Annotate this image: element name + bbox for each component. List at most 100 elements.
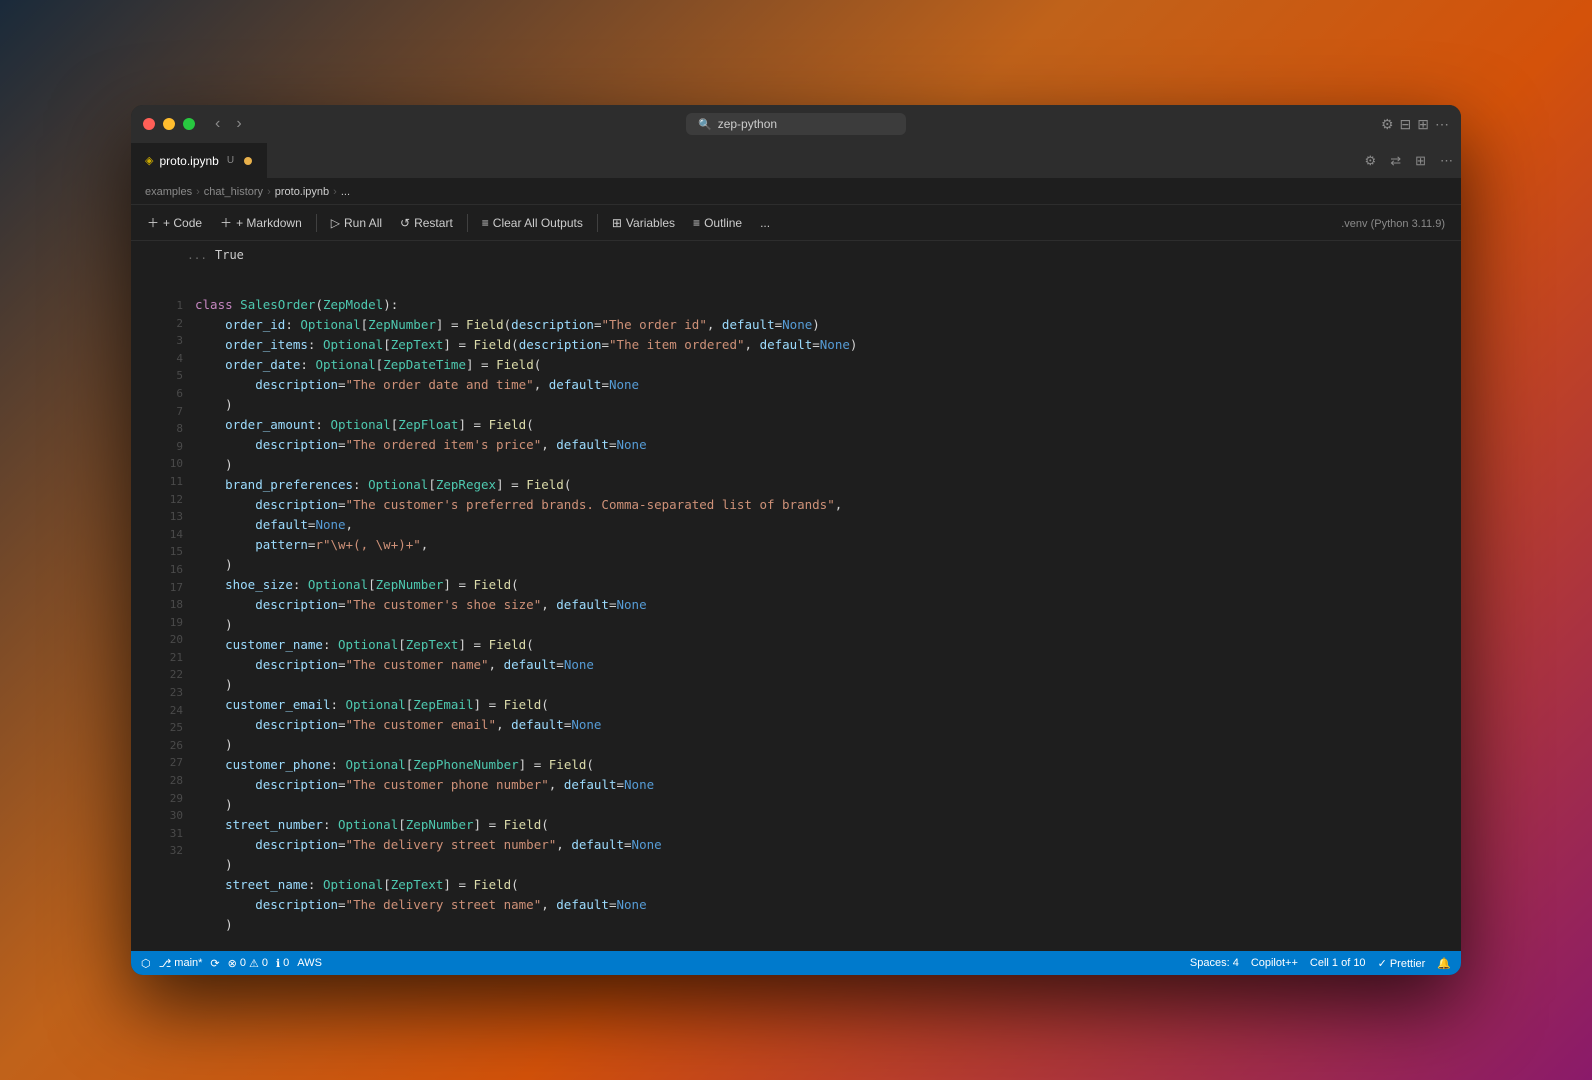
maximize-button[interactable] — [183, 118, 195, 130]
close-button[interactable] — [143, 118, 155, 130]
breadcrumb-sep-2: › — [267, 186, 271, 198]
tab-bar: ◈ proto.ipynb U ⚙ ⇄ ⊞ ⋯ — [131, 143, 1461, 179]
branch-name: main* — [174, 957, 202, 969]
add-markdown-label: + Markdown — [236, 216, 302, 230]
copilot-label: Copilot++ — [1251, 957, 1298, 969]
code-line-32: ) — [195, 915, 1447, 935]
code-line-24: customer_phone: Optional[ZepPhoneNumber]… — [195, 755, 1447, 775]
variables-button[interactable]: ⊞ Variables — [604, 212, 683, 234]
warning-count: 0 — [262, 957, 268, 969]
copilot-status[interactable]: Copilot++ — [1251, 957, 1298, 969]
notebook-icon: ◈ — [145, 154, 153, 167]
line-numbers: 1234567891011121314151617181920212223242… — [170, 297, 183, 860]
settings-icon[interactable]: ⚙ — [1381, 116, 1394, 133]
output-text: True — [215, 248, 244, 262]
breadcrumb-examples[interactable]: examples — [145, 186, 192, 198]
forward-button[interactable]: › — [232, 113, 245, 135]
code-line-19: description="The customer name", default… — [195, 655, 1447, 675]
toolbar-sep-2 — [467, 214, 468, 232]
bell-icon: 🔔 — [1437, 957, 1451, 970]
code-line-6: ) — [195, 395, 1447, 415]
code-line-2: order_id: Optional[ZepNumber] = Field(de… — [195, 315, 1447, 335]
breadcrumb-section[interactable]: ... — [341, 186, 350, 198]
variables-icon: ⊞ — [612, 216, 622, 230]
code-line-29: ) — [195, 855, 1447, 875]
more-actions-icon[interactable]: ⋯ — [1440, 153, 1453, 169]
plus-icon: ＋ — [147, 214, 159, 231]
errors[interactable]: ⊗ 0 ⚠ 0 — [228, 957, 268, 970]
vscode-logo[interactable]: ⬡ — [141, 957, 151, 970]
toolbar-sep-3 — [597, 214, 598, 232]
code-line-14: ) — [195, 555, 1447, 575]
prettier-label: ✓ Prettier — [1378, 957, 1426, 970]
python-env-label[interactable]: .venv (Python 3.11.9) — [1341, 218, 1445, 230]
more-toolbar-button[interactable]: ... — [752, 212, 778, 234]
global-search[interactable]: 🔍 zep-python — [686, 113, 906, 135]
sync-icon: ⟳ — [210, 957, 219, 970]
notification-bell[interactable]: 🔔 — [1437, 957, 1451, 970]
add-markdown-button[interactable]: ＋ + Markdown — [212, 210, 310, 235]
code-line-7: order_amount: Optional[ZepFloat] = Field… — [195, 415, 1447, 435]
clear-outputs-button[interactable]: ≡ Clear All Outputs — [474, 212, 591, 234]
code-cell-1: 1234567891011121314151617181920212223242… — [131, 293, 1461, 937]
sync-button[interactable]: ⟳ — [210, 957, 219, 970]
clear-outputs-label: Clear All Outputs — [493, 216, 583, 230]
aws-status[interactable]: AWS — [297, 957, 322, 969]
prettier-status[interactable]: ✓ Prettier — [1378, 957, 1426, 970]
code-line-13: pattern=r"\w+(, \w+)+", — [195, 535, 1447, 555]
aws-label: AWS — [297, 957, 322, 969]
restart-label: Restart — [414, 216, 453, 230]
active-tab[interactable]: ◈ proto.ipynb U — [131, 143, 267, 179]
breadcrumb-file[interactable]: proto.ipynb — [275, 186, 329, 198]
output-prompt: ... — [179, 249, 207, 262]
cell-content: 1234567891011121314151617181920212223242… — [133, 293, 1461, 937]
code-line-11: description="The customer's preferred br… — [195, 495, 1447, 515]
add-code-button[interactable]: ＋ + Code — [139, 210, 210, 235]
warning-icon: ⚠ — [249, 957, 259, 970]
info-count: 0 — [283, 957, 289, 969]
notebook-toolbar: ＋ + Code ＋ + Markdown ▷ Run All ↺ Restar… — [131, 205, 1461, 241]
outline-label: Outline — [704, 216, 742, 230]
tab-name: proto.ipynb — [159, 154, 218, 168]
settings-gear-icon[interactable]: ⚙ — [1365, 153, 1377, 169]
convert-icon[interactable]: ⇄ — [1390, 153, 1401, 169]
layout-icon[interactable]: ⊞ — [1417, 116, 1429, 133]
git-branch[interactable]: ⎇ main* — [159, 957, 203, 970]
git-branch-icon: ⎇ — [159, 957, 172, 970]
code-line-23: ) — [195, 735, 1447, 755]
variables-label: Variables — [626, 216, 675, 230]
traffic-lights — [143, 118, 195, 130]
split-editor-icon[interactable]: ⊟ — [1400, 116, 1412, 133]
spaces-setting[interactable]: Spaces: 4 — [1190, 957, 1239, 969]
tab-modified-dot — [244, 157, 252, 165]
status-right: Spaces: 4 Copilot++ Cell 1 of 10 ✓ Prett… — [1190, 957, 1451, 970]
info[interactable]: ℹ 0 — [276, 957, 289, 970]
code-line-28: description="The delivery street number"… — [195, 835, 1447, 855]
code-line-1: class SalesOrder(ZepModel): — [195, 295, 1447, 315]
cell-indicator[interactable]: Cell 1 of 10 — [1310, 957, 1366, 969]
notebook-content[interactable]: ... True 1234567891011121314151617181920… — [131, 241, 1461, 951]
minimize-button[interactable] — [163, 118, 175, 130]
code-line-25: description="The customer phone number",… — [195, 775, 1447, 795]
code-line-9: ) — [195, 455, 1447, 475]
spacer — [131, 269, 1461, 289]
outline-button[interactable]: ≡ Outline — [685, 212, 750, 234]
info-icon: ℹ — [276, 957, 280, 970]
code-line-31: description="The delivery street name", … — [195, 895, 1447, 915]
gear-icon[interactable]: ⋯ — [1435, 116, 1449, 133]
clear-icon: ≡ — [482, 216, 489, 230]
breadcrumb-chat-history[interactable]: chat_history — [204, 186, 263, 198]
cell-gutter: 1234567891011121314151617181920212223242… — [147, 295, 195, 860]
restart-button[interactable]: ↺ Restart — [392, 212, 461, 234]
nav-buttons: ‹ › — [211, 113, 246, 135]
run-all-button[interactable]: ▷ Run All — [323, 212, 390, 234]
code-editor[interactable]: class SalesOrder(ZepModel): order_id: Op… — [195, 295, 1447, 935]
status-bar: ⬡ ⎇ main* ⟳ ⊗ 0 ⚠ 0 ℹ 0 AWS — [131, 951, 1461, 975]
cell-output: ... True — [131, 241, 1461, 269]
title-bar: ‹ › 🔍 zep-python ⚙ ⊟ ⊞ ⋯ — [131, 105, 1461, 143]
back-button[interactable]: ‹ — [211, 113, 224, 135]
code-line-22: description="The customer email", defaul… — [195, 715, 1447, 735]
split-icon[interactable]: ⊞ — [1415, 153, 1426, 169]
outline-icon: ≡ — [693, 216, 700, 230]
code-line-16: description="The customer's shoe size", … — [195, 595, 1447, 615]
